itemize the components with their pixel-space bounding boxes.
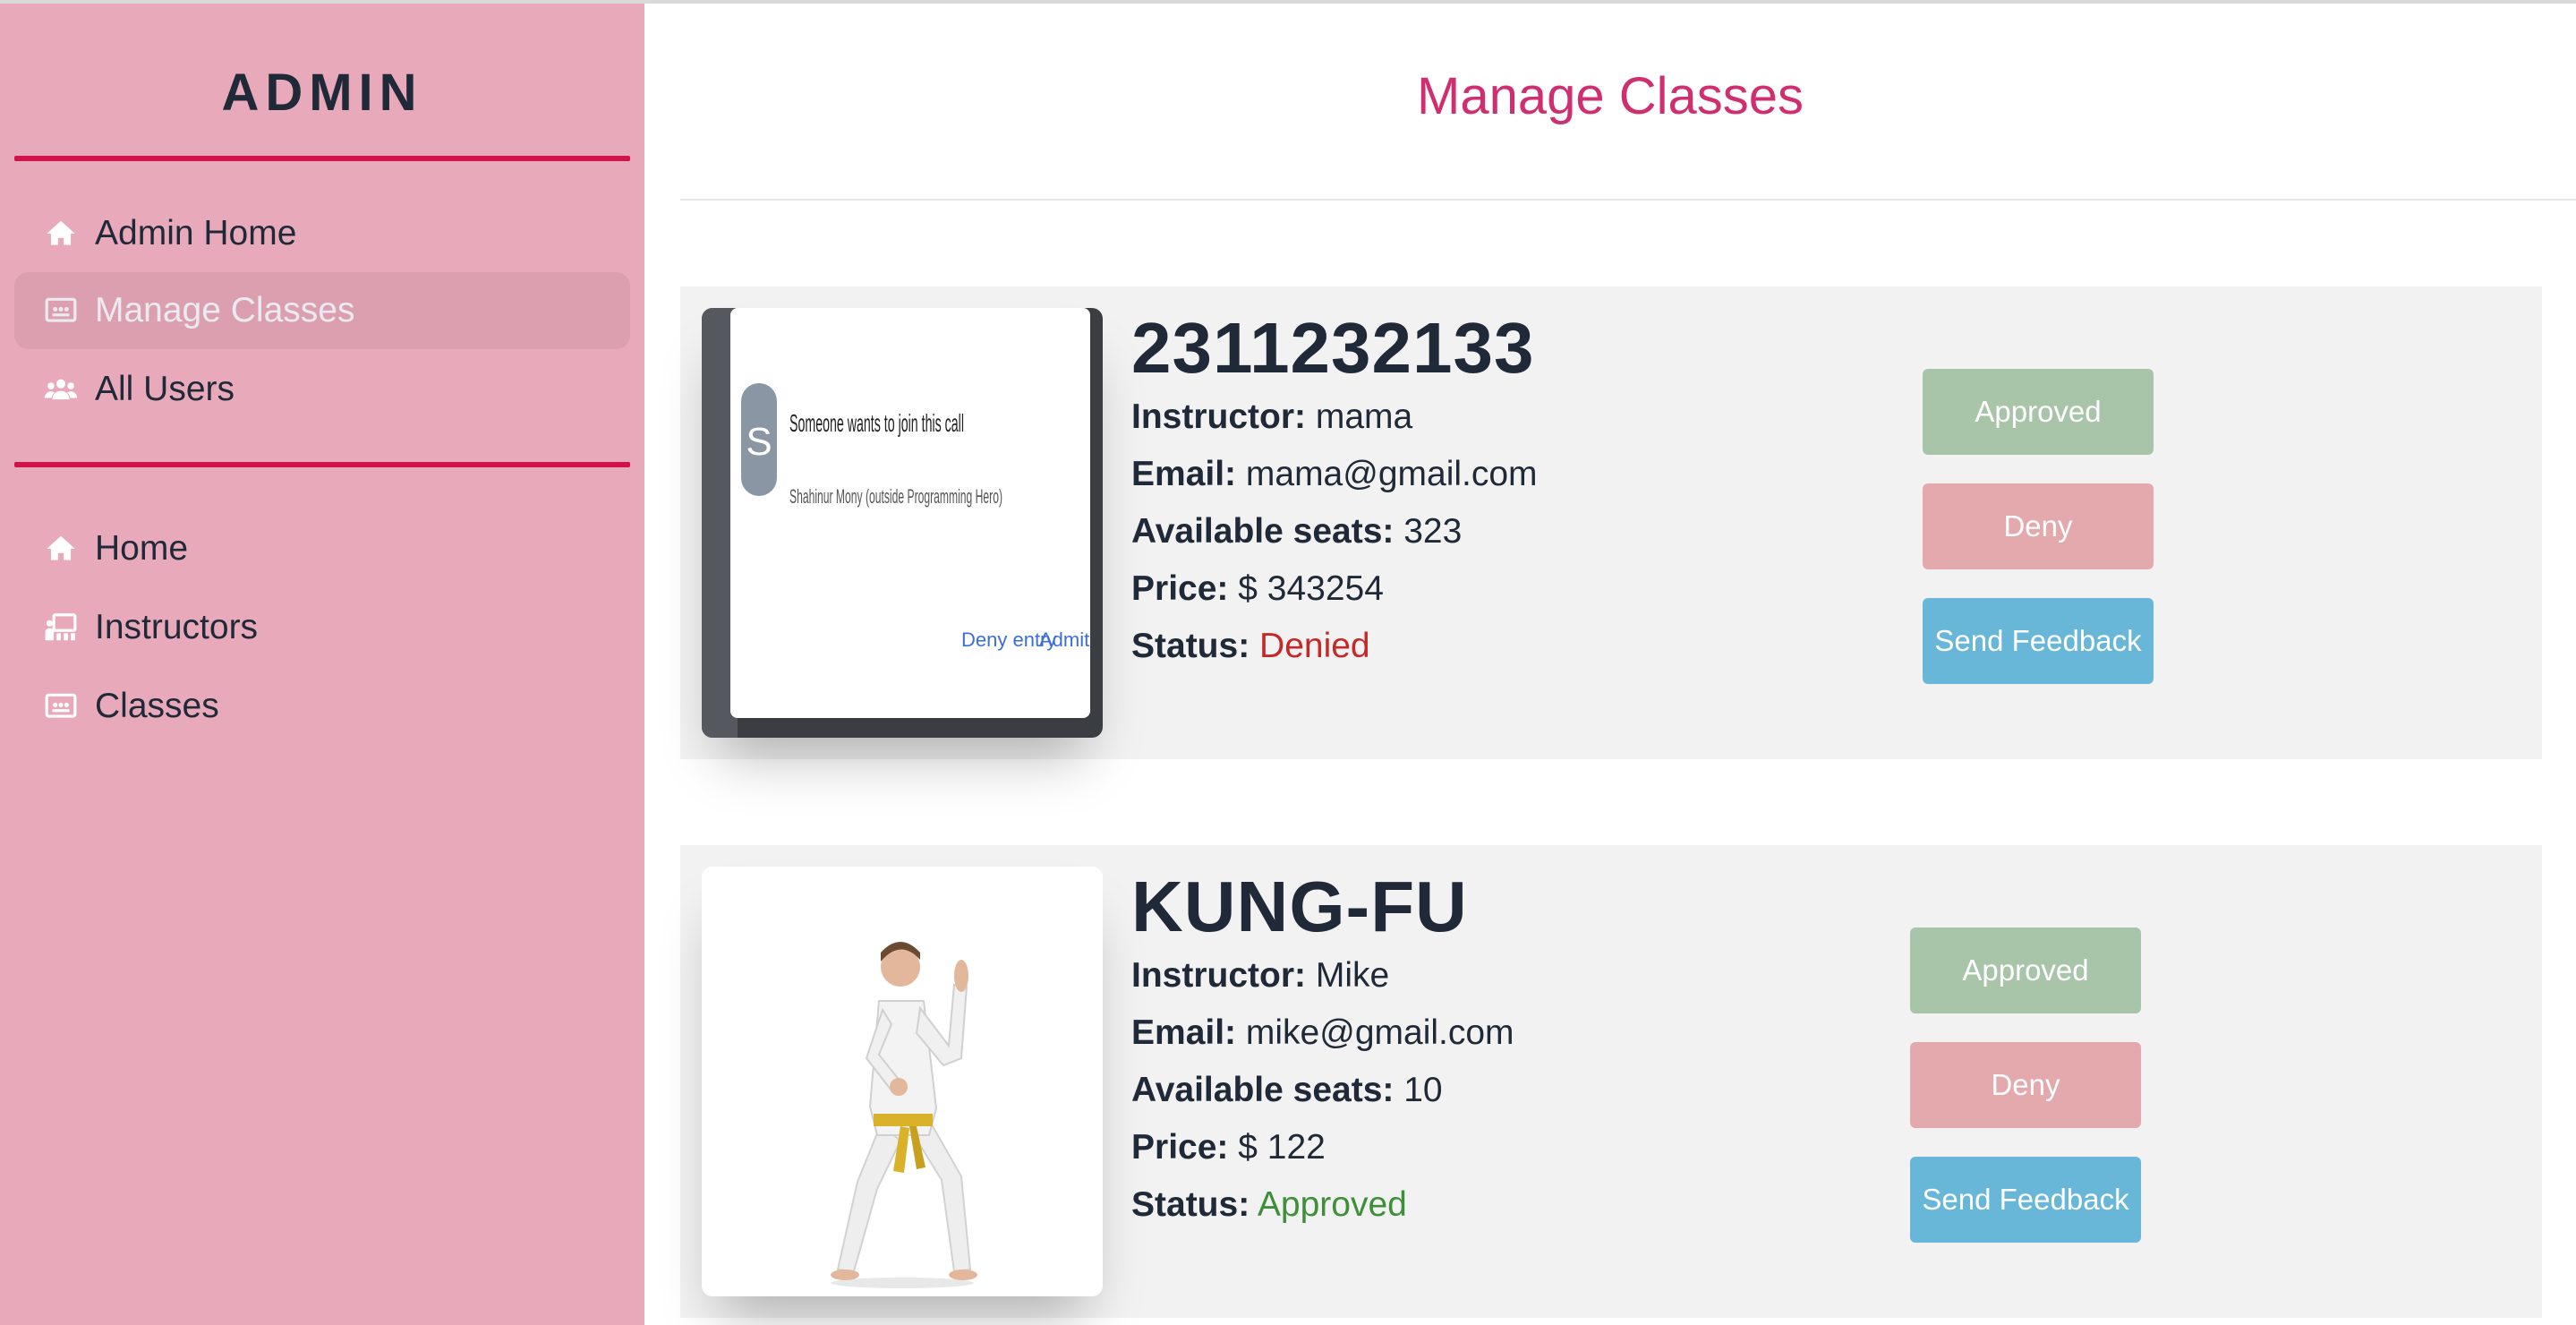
- class-name: 2311232133: [1131, 308, 1535, 388]
- send-feedback-button[interactable]: Send Feedback: [1923, 598, 2154, 684]
- sidebar-item-classes[interactable]: Classes: [14, 668, 630, 745]
- sidebar-item-label: Home: [95, 529, 189, 568]
- call-admit: Admit: [1039, 628, 1089, 651]
- classes-board-icon: [41, 291, 81, 330]
- sidebar-item-home[interactable]: Home: [14, 510, 630, 587]
- status-row: Status: Approved: [1131, 1185, 1407, 1224]
- users-icon: [41, 370, 81, 409]
- call-prompt-title: Someone wants to join this call: [789, 409, 964, 437]
- sidebar-item-manage-classes[interactable]: Manage Classes: [14, 272, 630, 349]
- seats-row: Available seats: 323: [1131, 512, 1463, 551]
- status-badge: Denied: [1259, 627, 1370, 665]
- approve-button[interactable]: Approved: [1923, 369, 2154, 455]
- sidebar-item-admin-home[interactable]: Admin Home: [14, 195, 630, 272]
- call-prompt-subtitle: Shahinur Mony (outside Programming Hero): [789, 485, 1002, 508]
- deny-button[interactable]: Deny: [1910, 1042, 2141, 1128]
- title-divider: [680, 199, 2576, 201]
- instructors-icon: [41, 608, 81, 647]
- sidebar-item-instructors[interactable]: Instructors: [14, 589, 630, 666]
- email-value: mike@gmail.com: [1245, 1013, 1514, 1052]
- send-feedback-button[interactable]: Send Feedback: [1910, 1157, 2141, 1243]
- classes-board-icon: [41, 687, 81, 726]
- sidebar-item-label: Instructors: [95, 608, 259, 646]
- seats-value: 323: [1403, 512, 1463, 551]
- price-value: $ 122: [1238, 1128, 1326, 1167]
- price-row: Price: $ 122: [1131, 1128, 1326, 1167]
- class-card: S Someone wants to join this call Shahin…: [680, 286, 2542, 759]
- class-image: [702, 867, 1103, 1296]
- class-info: 2311232133 Instructor: mama Email: mama@…: [1131, 308, 1538, 675]
- sidebar-brand: ADMIN: [221, 64, 423, 122]
- class-card: KUNG-FU Instructor: Mike Email: mike@gma…: [680, 845, 2542, 1318]
- sidebar: ADMIN Admin Home Manage Classes All User…: [0, 4, 644, 1325]
- price-row: Price: $ 343254: [1131, 569, 1384, 608]
- status-badge: Approved: [1257, 1185, 1407, 1224]
- instructor-row: Instructor: Mike: [1131, 956, 1390, 995]
- seats-row: Available seats: 10: [1131, 1071, 1443, 1109]
- seats-value: 10: [1403, 1071, 1443, 1109]
- sidebar-item-all-users[interactable]: All Users: [14, 351, 630, 428]
- approve-button[interactable]: Approved: [1910, 928, 2141, 1013]
- sidebar-item-label: Admin Home: [95, 214, 297, 252]
- email-row: Email: mama@gmail.com: [1131, 455, 1538, 493]
- sidebar-item-label: Manage Classes: [95, 291, 355, 329]
- deny-button[interactable]: Deny: [1923, 483, 2154, 569]
- sidebar-divider: [14, 462, 630, 467]
- sidebar-divider: [14, 156, 630, 161]
- instructor-value: Mike: [1315, 956, 1390, 995]
- caller-avatar-letter: S: [746, 420, 772, 464]
- class-name: KUNG-FU: [1131, 867, 1468, 946]
- home-icon: [41, 529, 81, 568]
- sidebar-item-label: Classes: [95, 687, 219, 725]
- status-row: Status: Denied: [1131, 627, 1370, 665]
- page-title: Manage Classes: [1417, 67, 1804, 125]
- main-content: Manage Classes S Someone wants to join t…: [644, 4, 2576, 1325]
- instructor-row: Instructor: mama: [1131, 398, 1413, 436]
- class-image: S Someone wants to join this call Shahin…: [702, 308, 1103, 738]
- class-info: KUNG-FU Instructor: Mike Email: mike@gma…: [1131, 867, 1514, 1234]
- home-icon: [41, 214, 81, 253]
- instructor-value: mama: [1315, 398, 1413, 436]
- email-value: mama@gmail.com: [1245, 455, 1538, 493]
- price-value: $ 343254: [1238, 569, 1384, 608]
- email-row: Email: mike@gmail.com: [1131, 1013, 1514, 1052]
- sidebar-item-label: All Users: [95, 370, 235, 408]
